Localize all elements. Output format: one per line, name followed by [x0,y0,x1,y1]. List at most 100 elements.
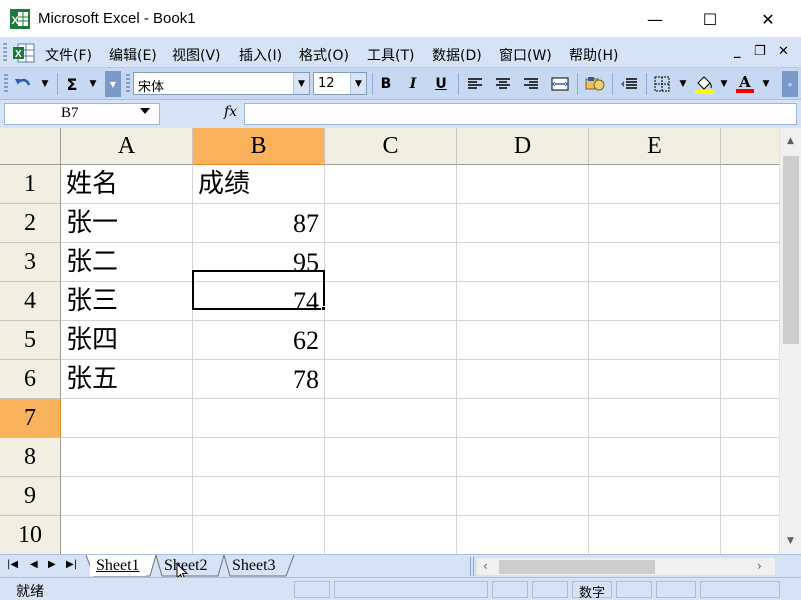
last-sheet-icon[interactable]: ▶| [66,559,77,570]
cell-b5[interactable]: 62 [193,321,325,360]
mdi-minimize-button[interactable]: _ [734,44,741,59]
cell-e8[interactable] [589,438,721,477]
cell-d3[interactable] [457,243,589,282]
menu-insert[interactable]: 插入(I) [239,45,282,65]
toolbar-options-button[interactable]: ▼ [105,71,121,97]
undo-button[interactable] [12,73,34,95]
cell-b2[interactable]: 87 [193,204,325,243]
cell-d4[interactable] [457,282,589,321]
cell-b6[interactable]: 78 [193,360,325,399]
menu-data[interactable]: 数据(D) [432,45,482,65]
sheet-tab-3[interactable]: Sheet3 [226,556,282,576]
fill-handle[interactable] [321,306,326,311]
cell-a9[interactable] [61,477,193,516]
cell-c9[interactable] [325,477,457,516]
cell-f4[interactable] [721,282,779,321]
underline-button[interactable]: U [431,73,451,95]
cell-a4[interactable]: 张三 [61,282,193,321]
column-header-b[interactable]: B [193,128,325,165]
borders-button[interactable] [651,73,673,95]
font-size-select[interactable]: 12 ▼ [313,72,367,95]
cell-c8[interactable] [325,438,457,477]
column-header-e[interactable]: E [589,128,721,165]
toolbar-grip[interactable] [126,74,130,94]
name-box[interactable]: B7 [4,103,160,125]
mdi-close-button[interactable]: ✕ [778,44,789,59]
cell-b1[interactable]: 成绩 [193,165,325,204]
cell-d2[interactable] [457,204,589,243]
scroll-left-button[interactable]: ‹ [483,559,488,573]
align-center-button[interactable] [493,73,513,95]
next-sheet-icon[interactable]: ▶ [48,559,56,570]
align-right-button[interactable] [521,73,541,95]
tab-split-handle[interactable] [470,557,474,576]
menu-file[interactable]: 文件(F) [45,45,92,65]
borders-dropdown[interactable]: ▼ [676,73,690,95]
currency-style-button[interactable] [583,73,607,95]
column-header-d[interactable]: D [457,128,589,165]
undo-dropdown[interactable]: ▼ [38,73,52,95]
cell-d7[interactable] [457,399,589,438]
cell-f9[interactable] [721,477,779,516]
row-header-10[interactable]: 10 [0,516,61,554]
cell-d10[interactable] [457,516,589,554]
row-header-2[interactable]: 2 [0,204,61,243]
vertical-scrollbar[interactable]: ▲ ▼ [779,128,801,554]
row-header-6[interactable]: 6 [0,360,61,399]
menu-grip[interactable] [3,43,7,63]
minimize-button[interactable]: — [632,0,678,38]
scroll-down-button[interactable]: ▼ [780,532,801,550]
row-header-5[interactable]: 5 [0,321,61,360]
worksheet-grid[interactable]: A B C D E 1 2 3 4 5 6 7 8 9 10 姓名 成绩 张一 87 张… [0,128,779,554]
row-header-1[interactable]: 1 [0,165,61,204]
cell-f2[interactable] [721,204,779,243]
active-cell-border[interactable] [192,270,325,310]
align-left-button[interactable] [465,73,485,95]
cell-f6[interactable] [721,360,779,399]
cell-e1[interactable] [589,165,721,204]
cell-a8[interactable] [61,438,193,477]
chevron-down-icon[interactable]: ▼ [293,73,309,94]
horizontal-scroll-thumb[interactable] [499,560,655,574]
menu-tools[interactable]: 工具(T) [367,45,414,65]
sheet-tab-1[interactable]: Sheet1 [90,556,146,576]
cell-e2[interactable] [589,204,721,243]
cell-c4[interactable] [325,282,457,321]
menu-view[interactable]: 视图(V) [172,45,221,65]
cell-c5[interactable] [325,321,457,360]
vertical-scroll-thumb[interactable] [783,156,799,344]
cell-b8[interactable] [193,438,325,477]
cell-c2[interactable] [325,204,457,243]
autosum-dropdown[interactable]: ▼ [86,73,100,95]
fill-color-button[interactable] [693,73,715,95]
cell-f1[interactable] [721,165,779,204]
cell-e9[interactable] [589,477,721,516]
column-header-a[interactable]: A [61,128,193,165]
scroll-right-button[interactable]: › [757,559,762,573]
row-header-4[interactable]: 4 [0,282,61,321]
mdi-restore-button[interactable]: ❐ [754,44,766,59]
italic-button[interactable]: I [403,73,423,95]
insert-function-icon[interactable]: fx [224,104,237,120]
cell-e6[interactable] [589,360,721,399]
fill-color-dropdown[interactable]: ▼ [717,73,731,95]
row-header-7[interactable]: 7 [0,399,61,438]
select-all-corner[interactable] [0,128,61,165]
toolbar-grip[interactable] [4,74,8,94]
cell-d1[interactable] [457,165,589,204]
close-button[interactable]: ✕ [745,0,791,38]
cell-f5[interactable] [721,321,779,360]
cell-c3[interactable] [325,243,457,282]
chevron-down-icon[interactable] [140,108,150,114]
menu-format[interactable]: 格式(O) [299,45,349,65]
autosum-button[interactable]: Σ [62,73,82,95]
formula-input[interactable] [244,103,797,125]
cell-e7[interactable] [589,399,721,438]
horizontal-scrollbar[interactable]: ‹ › [476,557,776,576]
cell-f3[interactable] [721,243,779,282]
row-header-9[interactable]: 9 [0,477,61,516]
cell-c7[interactable] [325,399,457,438]
merge-center-button[interactable] [549,73,571,95]
cell-c10[interactable] [325,516,457,554]
cell-a2[interactable]: 张一 [61,204,193,243]
